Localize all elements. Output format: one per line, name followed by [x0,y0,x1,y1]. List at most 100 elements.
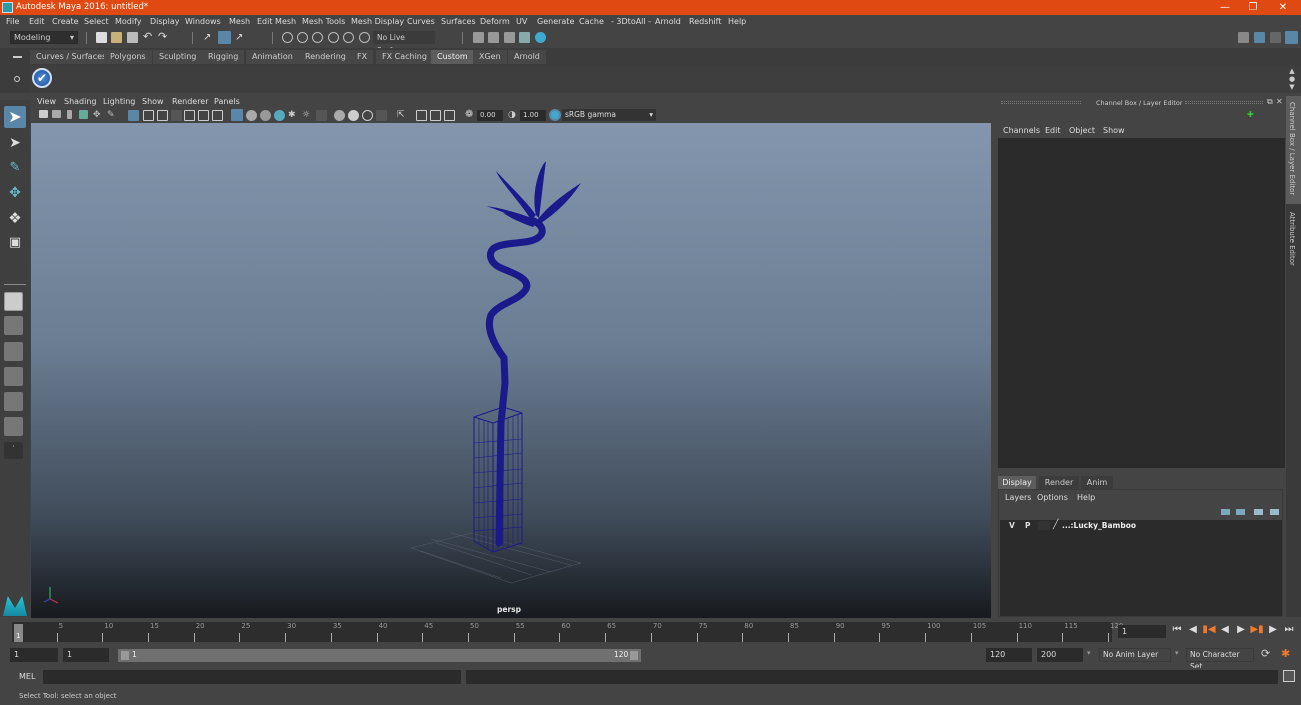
move-layer-up-icon[interactable] [1221,509,1230,515]
layer-row[interactable]: V P ╱ ...:Lucky_Bamboo [1000,520,1282,532]
bookmark-icon[interactable] [67,110,72,119]
options-menu[interactable]: Options [1037,493,1068,502]
persp-graph-layout-icon[interactable] [4,367,23,386]
undo-icon[interactable]: ↶ [143,31,154,43]
exposure-field[interactable]: 0.00 [477,110,503,121]
new-empty-layer-icon[interactable] [1254,509,1263,515]
menu-curves[interactable]: Curves [407,17,435,26]
side-tab-channel-box[interactable]: Channel Box / Layer Editor [1286,96,1301,204]
channel-box-area[interactable] [998,138,1285,468]
script-editor-icon[interactable] [1283,670,1295,682]
layer-tab-render[interactable]: Render [1039,476,1079,489]
range-end-handle[interactable] [630,651,638,660]
view-transform-dropdown[interactable]: sRGB gamma ▾ [562,109,656,121]
move-layer-down-icon[interactable] [1236,509,1245,515]
camera-attributes-icon[interactable] [52,110,61,118]
step-back-key-icon[interactable]: ▮◀ [1202,624,1216,635]
shelf-menu-icon[interactable] [13,56,22,58]
step-forward-frame-icon[interactable]: ▶ [1266,624,1280,635]
menu-redshift[interactable]: Redshift [689,17,721,26]
command-input[interactable] [43,670,461,684]
anim-layer-dropdown[interactable]: No Anim Layer [1099,648,1171,662]
select-object-icon[interactable] [218,31,231,44]
chevron-down-icon[interactable]: ▾ [1175,649,1179,657]
frame-all-icon[interactable] [416,110,427,121]
panel-drag-handle[interactable] [1001,101,1081,104]
shelf-scroll-icon[interactable]: ▲ ● ▼ [1287,67,1297,91]
four-view-layout-icon[interactable] [4,316,23,335]
redo-icon[interactable]: ↷ [158,31,169,43]
render-view-icon[interactable] [473,32,484,43]
hypershade-layout-icon[interactable] [4,392,23,411]
select-component-icon[interactable]: ↗ [235,32,246,43]
animation-end-field[interactable]: 200 [1037,648,1083,662]
xray-icon[interactable] [348,110,359,121]
shelf-tab-polygons[interactable]: Polygons [104,50,152,64]
modeling-toolkit-icon[interactable] [1238,32,1249,43]
smooth-shade-icon[interactable] [246,110,257,121]
help-menu[interactable]: Help [1077,493,1095,502]
menu-modify[interactable]: Modify [115,17,142,26]
shelf-tab-rendering[interactable]: Rendering [299,50,352,64]
command-language-label[interactable]: MEL [19,672,35,681]
shelf-tab-custom[interactable]: Custom [431,50,474,64]
menu-help[interactable]: Help [728,17,746,26]
live-surface-field[interactable]: No Live Surface [373,31,435,55]
range-start-handle[interactable] [121,651,129,660]
menu-mesh-tools[interactable]: Mesh Tools [302,17,345,26]
character-set-dropdown[interactable]: No Character Set [1186,648,1254,671]
ipr-render-icon[interactable] [504,32,515,43]
step-back-frame-icon[interactable]: ◀​ [1186,624,1200,635]
show-menu[interactable]: Show [1103,126,1125,135]
safe-title-icon[interactable] [212,110,223,121]
layers-menu[interactable]: Layers [1005,493,1031,502]
select-tool-icon[interactable]: ➤ [4,106,26,128]
menu-file[interactable]: File [6,17,19,26]
shelf-tab-fx-caching[interactable]: FX Caching [376,50,433,64]
chevron-down-icon[interactable]: ▾ [1087,649,1091,657]
grease-pencil-icon[interactable]: ✎ [107,110,118,121]
select-hierarchy-icon[interactable]: ↗ [203,32,214,43]
minimize-button[interactable]: — [1210,1,1240,14]
snap-view-plane-icon[interactable] [328,32,339,43]
layer-color-icon[interactable]: ╱ [1053,520,1058,530]
panel-menu-show[interactable]: Show [142,97,164,106]
auto-key-icon[interactable]: ⟳ [1261,647,1270,660]
snap-surface-icon[interactable] [343,32,354,43]
shelf-options-icon[interactable] [14,76,20,82]
new-layer-selected-icon[interactable] [1270,509,1279,515]
field-chart-icon[interactable] [184,110,195,121]
menu-cache[interactable]: Cache [579,17,604,26]
gate-mask-icon[interactable] [171,110,182,121]
camera-icon[interactable] [39,110,48,118]
menu-display[interactable]: Display [150,17,180,26]
channels-menu[interactable]: Channels [1003,126,1040,135]
manipulator-icon[interactable]: ✚ [1247,110,1255,119]
attribute-editor-toggle-icon[interactable] [1254,32,1265,43]
shelf-tab-fx[interactable]: FX [351,50,374,64]
object-menu[interactable]: Object [1069,126,1095,135]
panel-menu-renderer[interactable]: Renderer [172,97,209,106]
persp-uv-layout-icon[interactable] [4,417,23,436]
ambient-occlusion-icon[interactable] [316,110,327,121]
go-to-end-icon[interactable]: ⏭ [1282,624,1296,635]
single-perspective-layout-icon[interactable] [4,292,23,311]
side-tab-attribute-editor[interactable]: Attribute Editor [1286,206,1301,276]
frame-selection-icon[interactable] [430,110,441,121]
menu-generate[interactable]: Generate [537,17,574,26]
wireframe-on-shaded-icon[interactable] [260,110,271,121]
menu-mesh-display[interactable]: Mesh Display [351,17,404,26]
panel-drag-handle[interactable] [1185,101,1263,104]
step-forward-key-icon[interactable]: ▶▮ [1250,624,1264,635]
scale-tool-icon[interactable]: ▣ [4,232,26,254]
menu-edit-mesh[interactable]: Edit Mesh [257,17,296,26]
shelf-tab-xgen[interactable]: XGen [473,50,507,64]
menu-arnold[interactable]: Arnold [655,17,681,26]
range-slider[interactable]: 1 120 [118,649,641,662]
open-scene-icon[interactable] [111,32,122,43]
shelf-tab-animation[interactable]: Animation [246,50,299,64]
play-backwards-icon[interactable]: ◀ [1218,624,1232,635]
mode-dropdown[interactable]: Modeling ▾ [10,31,78,44]
render-settings-icon[interactable] [519,32,530,43]
checkmark-shelf-button-icon[interactable]: ✔ [32,68,52,88]
